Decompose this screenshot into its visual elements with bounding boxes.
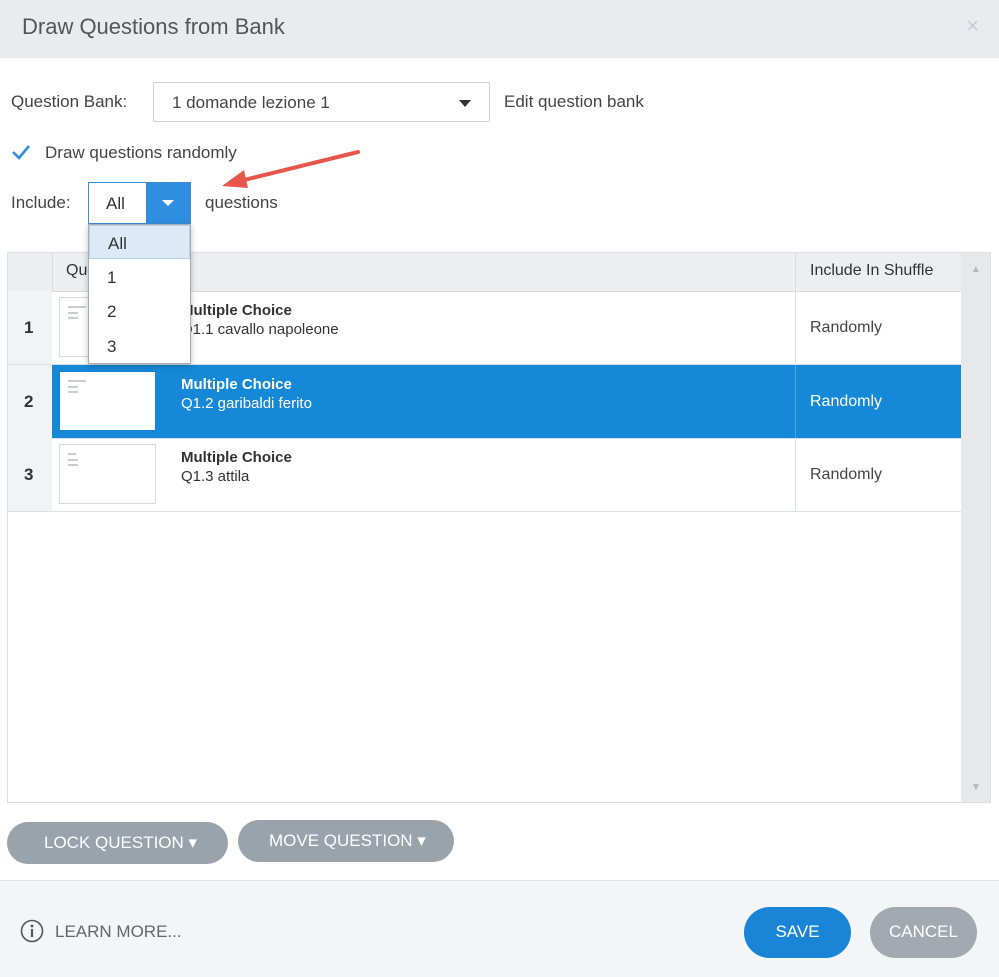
chevron-down-icon (459, 100, 471, 107)
include-dropdown-list: All 1 2 3 (88, 224, 191, 364)
slide-thumbnail (59, 371, 156, 431)
dialog-titlebar: Draw Questions from Bank × (0, 0, 999, 58)
dialog-title: Draw Questions from Bank (22, 14, 285, 39)
save-button[interactable]: SAVE (744, 907, 851, 958)
shuffle-value[interactable]: Randomly (810, 393, 882, 411)
scroll-up-icon[interactable]: ▲ (971, 264, 981, 275)
question-bank-value: 1 domande lezione 1 (172, 93, 330, 112)
chevron-down-icon (162, 200, 174, 206)
question-type: Multiple Choice (181, 302, 292, 319)
column-header-include-in-shuffle[interactable]: Include In Shuffle (810, 262, 933, 280)
question-type: Multiple Choice (181, 376, 292, 393)
row-number: 2 (24, 392, 34, 411)
include-dropdown-button[interactable] (146, 183, 190, 223)
question-name: Q1.3 attila (181, 468, 250, 485)
include-label: Include: (11, 193, 71, 212)
include-option[interactable]: All (89, 225, 190, 259)
column-header-question[interactable]: Qu (66, 262, 87, 280)
info-icon (20, 919, 44, 943)
lock-question-button[interactable]: LOCK QUESTION ▾ (7, 822, 228, 864)
question-bank-select[interactable]: 1 domande lezione 1 (153, 82, 490, 122)
shuffle-value[interactable]: Randomly (810, 319, 882, 337)
include-value: All (106, 194, 125, 213)
move-question-button[interactable]: MOVE QUESTION ▾ (238, 820, 454, 862)
vertical-scrollbar[interactable]: ▲ ▼ (961, 253, 990, 802)
dialog-footer: LEARN MORE... SAVE CANCEL (0, 880, 999, 977)
row-number: 3 (24, 465, 34, 484)
table-row[interactable]: 3 Multiple Choice Q1.3 attila Randomly (8, 438, 961, 512)
question-type: Multiple Choice (181, 449, 292, 466)
cancel-button[interactable]: CANCEL (870, 907, 977, 958)
table-row[interactable]: 2 Multiple Choice Q1.2 garibaldi ferito … (8, 365, 961, 439)
learn-more-link[interactable]: LEARN MORE... (55, 922, 182, 942)
include-suffix: questions (205, 193, 278, 212)
edit-question-bank-link[interactable]: Edit question bank (504, 92, 644, 112)
include-option[interactable]: 3 (89, 329, 190, 363)
question-name: Q1.1 cavallo napoleone (181, 321, 339, 338)
slide-thumbnail (59, 444, 156, 504)
row-number: 1 (24, 318, 34, 337)
draw-randomly-label[interactable]: Draw questions randomly (45, 143, 237, 163)
scroll-down-icon[interactable]: ▼ (971, 782, 981, 793)
check-icon[interactable] (10, 141, 32, 163)
include-option[interactable]: 2 (89, 294, 190, 328)
include-option[interactable]: 1 (89, 260, 190, 294)
shuffle-value[interactable]: Randomly (810, 466, 882, 484)
annotation-arrow (222, 150, 360, 188)
question-bank-label: Question Bank: (11, 92, 128, 111)
close-icon[interactable]: × (966, 13, 979, 39)
question-name: Q1.2 garibaldi ferito (181, 395, 312, 412)
include-select[interactable]: All (88, 182, 191, 224)
